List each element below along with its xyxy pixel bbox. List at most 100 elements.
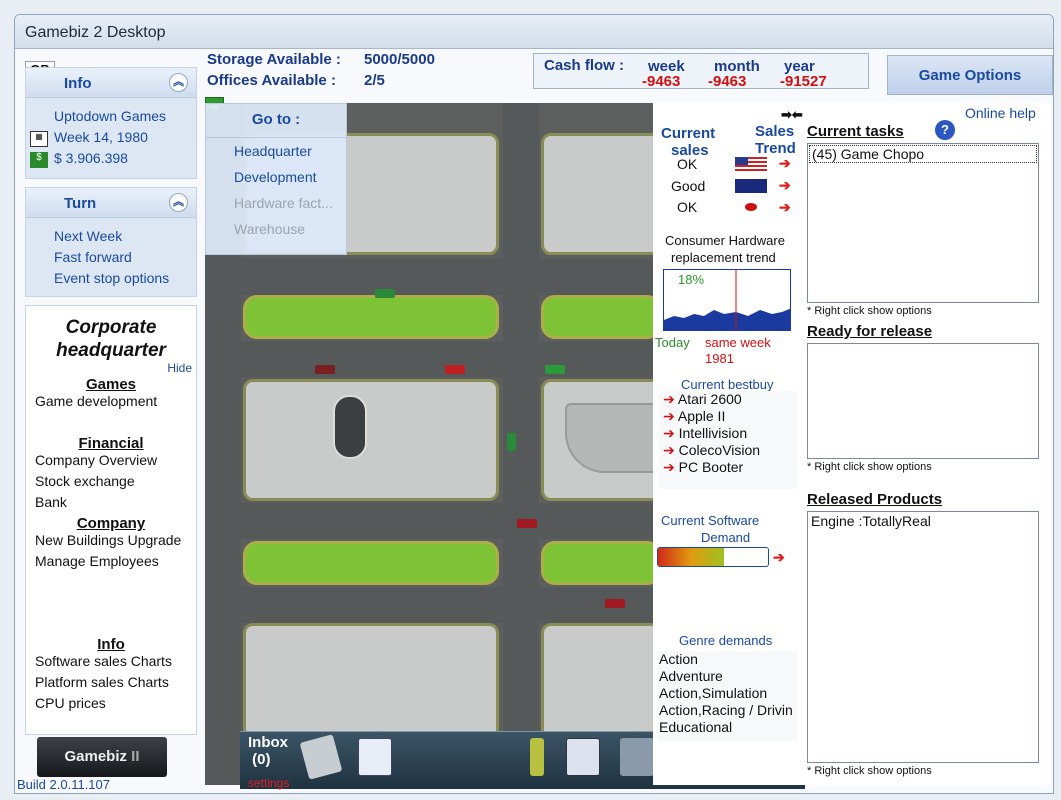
build-version: Build 2.0.11.107 bbox=[17, 777, 110, 792]
bestbuy-item[interactable]: ➔ ColecoVision bbox=[659, 442, 797, 459]
turn-panel-header[interactable]: Turn ︽ bbox=[26, 188, 196, 218]
hardware-title-line1: Consumer Hardware bbox=[665, 233, 785, 248]
game-options-button[interactable]: Game Options bbox=[887, 55, 1053, 95]
chart-icon[interactable] bbox=[566, 738, 600, 776]
eu-flag-icon bbox=[735, 179, 767, 193]
inbox-count: (0) bbox=[252, 751, 271, 768]
building-icon[interactable] bbox=[530, 738, 544, 776]
genre-demands-list: Action Adventure Action,Simulation Actio… bbox=[657, 651, 797, 741]
collapse-chevron-icon[interactable]: ︽ bbox=[169, 73, 188, 92]
money-icon: $ bbox=[30, 152, 48, 168]
new-buildings-upgrade-link[interactable]: New Buildings Upgrade bbox=[26, 532, 196, 553]
bestbuy-item[interactable]: ➔ Atari 2600 bbox=[659, 391, 797, 408]
headquarter-building[interactable] bbox=[333, 395, 367, 459]
genre-item: Action,Racing / Drivin bbox=[659, 702, 793, 718]
game-development-link[interactable]: Game development bbox=[26, 393, 196, 414]
section-info: Info bbox=[97, 636, 125, 653]
car bbox=[315, 365, 335, 374]
right-click-note: * Right click show options bbox=[807, 461, 932, 473]
event-stop-options-link[interactable]: Event stop options bbox=[26, 270, 196, 291]
sales-trend-label: Sales bbox=[755, 123, 795, 140]
tasks-column: Online help Current tasks (45) Game Chop… bbox=[803, 103, 1051, 785]
software-demand-title-line2: Demand bbox=[701, 530, 751, 545]
offices-label: Offices Available : bbox=[207, 72, 336, 89]
building-lot[interactable] bbox=[541, 623, 653, 741]
software-sales-charts-link[interactable]: Software sales Charts bbox=[26, 653, 196, 674]
car bbox=[545, 365, 565, 374]
released-products-title: Released Products bbox=[807, 491, 943, 508]
office-building[interactable] bbox=[565, 403, 653, 473]
trend-arrow-icon: ➔ bbox=[779, 199, 791, 215]
road bbox=[205, 341, 653, 377]
current-tasks-title: Current tasks bbox=[807, 123, 904, 140]
company-name-link[interactable]: Uptodown Games bbox=[26, 108, 196, 129]
bestbuy-item[interactable]: ➔ Intellivision bbox=[659, 425, 797, 442]
bestbuy-item[interactable]: ➔ Apple II bbox=[659, 408, 797, 425]
manage-employees-link[interactable]: Manage Employees bbox=[26, 553, 196, 574]
right-click-note: * Right click show options bbox=[807, 305, 932, 317]
chart-same-week-label: same week bbox=[705, 335, 771, 350]
calendar-icon[interactable] bbox=[358, 738, 392, 776]
car bbox=[507, 433, 516, 451]
genre-item: Action bbox=[659, 651, 698, 667]
ready-for-release-title: Ready for release bbox=[807, 323, 933, 340]
genre-item: Action,Simulation bbox=[659, 685, 768, 701]
help-icon[interactable]: ? bbox=[935, 120, 955, 140]
hardware-trend-chart[interactable]: 18% bbox=[663, 269, 791, 331]
car bbox=[375, 289, 395, 298]
corporate-headquarter-panel: Corporate headquarter Hide Games Game dev… bbox=[25, 305, 197, 735]
cashflow-year-value: -91527 bbox=[780, 73, 827, 90]
stock-exchange-link[interactable]: Stock exchange bbox=[26, 473, 196, 494]
cashflow-week-value: -9463 bbox=[642, 73, 681, 90]
cashflow-label: Cash flow : bbox=[544, 57, 625, 74]
settings-link[interactable]: settings bbox=[248, 776, 289, 790]
online-help-link[interactable]: Online help bbox=[965, 105, 1036, 121]
current-date: Week 14, 1980 bbox=[54, 129, 148, 145]
software-demand-title-line1: Current Software bbox=[661, 513, 760, 528]
company-overview-link[interactable]: Company Overview bbox=[26, 452, 196, 473]
red-arrow-icon: ➔ bbox=[663, 425, 675, 441]
next-week-link[interactable]: Next Week bbox=[26, 228, 196, 249]
task-item[interactable]: (45) Game Chopo bbox=[809, 145, 1037, 163]
red-arrow-icon: ➔ bbox=[663, 391, 675, 407]
fast-forward-link[interactable]: Fast forward bbox=[26, 249, 196, 270]
building-lot[interactable] bbox=[541, 133, 653, 255]
released-item[interactable]: Engine :TotallyReal bbox=[808, 512, 1038, 530]
genre-item: Educational bbox=[659, 719, 733, 735]
mail-icon[interactable] bbox=[299, 734, 343, 780]
current-tasks-list[interactable]: (45) Game Chopo bbox=[807, 143, 1039, 303]
info-panel-header[interactable]: Info ︽ bbox=[26, 68, 196, 98]
trend-arrow-icon: ➔ bbox=[779, 155, 791, 171]
main-window: Gamebiz 2 Desktop Storage Available : 500… bbox=[14, 14, 1054, 794]
road bbox=[205, 259, 653, 295]
car bbox=[605, 599, 625, 608]
research-icon[interactable] bbox=[620, 738, 654, 776]
building-lot[interactable] bbox=[243, 623, 499, 741]
trend-arrow-icon: ➔ bbox=[773, 549, 785, 565]
hide-link[interactable]: Hide bbox=[167, 361, 192, 375]
bank-link[interactable]: Bank bbox=[26, 494, 196, 515]
cashflow-box: Cash flow : week -9463 month -9463 year … bbox=[533, 53, 869, 90]
turn-panel: Turn ︽ Next Week Fast forward Event stop … bbox=[25, 187, 197, 297]
bestbuy-item[interactable]: ➔ PC Booter bbox=[659, 459, 797, 476]
collapse-chevron-icon[interactable]: ︽ bbox=[169, 193, 188, 212]
goto-development[interactable]: Development bbox=[206, 164, 346, 190]
released-products-list[interactable]: Engine :TotallyReal bbox=[807, 511, 1039, 763]
platform-sales-charts-link[interactable]: Platform sales Charts bbox=[26, 674, 196, 695]
sales-status-eu: Good bbox=[671, 178, 706, 194]
calendar-icon: ▦ bbox=[30, 131, 48, 147]
corp-title-line1: Corporate bbox=[65, 317, 157, 338]
inbox-button[interactable]: Inbox (0) bbox=[248, 734, 288, 768]
cpu-prices-link[interactable]: CPU prices bbox=[26, 695, 196, 716]
headquarter-lot[interactable] bbox=[243, 379, 499, 501]
ready-for-release-list[interactable] bbox=[807, 343, 1039, 459]
park-strip bbox=[541, 541, 653, 585]
expand-arrows-icon[interactable]: ➡⬅ bbox=[781, 107, 803, 123]
storage-office-info: Storage Available : 5000/5000 Offices Ava… bbox=[207, 51, 435, 93]
section-company: Company bbox=[76, 515, 146, 532]
goto-headquarter[interactable]: Headquarter bbox=[206, 138, 346, 164]
current-money: $ 3.906.398 bbox=[54, 150, 128, 166]
chart-today-label: Today bbox=[655, 335, 690, 350]
turn-panel-title: Turn bbox=[64, 195, 97, 212]
usa-flag-icon bbox=[735, 157, 767, 171]
